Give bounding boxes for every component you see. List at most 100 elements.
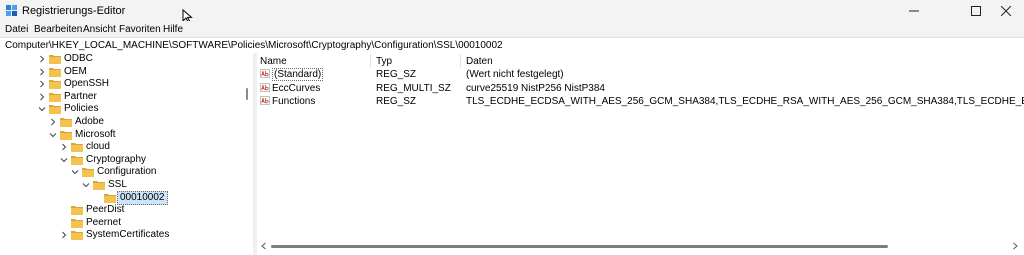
address-bar[interactable]: Computer\HKEY_LOCAL_MACHINE\SOFTWARE\Pol…: [0, 37, 1024, 54]
column-divider[interactable]: [370, 54, 371, 68]
folder-icon: [60, 118, 72, 127]
value-type: REG_MULTI_SZ: [376, 82, 451, 94]
string-value-icon: [260, 96, 270, 105]
tree-item-microsoft[interactable]: Microsoft: [0, 129, 245, 141]
close-icon: [1001, 6, 1011, 16]
minimize-button[interactable]: [896, 1, 932, 21]
scroll-left-icon[interactable]: [260, 242, 268, 250]
folder-icon: [71, 206, 83, 216]
tree-item-00010002[interactable]: 00010002: [0, 190, 245, 205]
chevron-right-icon[interactable]: [38, 80, 46, 88]
tree-item-label: cloud: [86, 141, 110, 153]
chevron-right-icon[interactable]: [38, 68, 46, 76]
value-data: curve25519 NistP256 NistP384: [466, 82, 605, 94]
chevron-right-icon[interactable]: [60, 143, 68, 151]
folder-icon: [49, 55, 61, 64]
tree-item-label: Cryptography: [86, 153, 147, 165]
menu-bearbeiten[interactable]: Bearbeiten: [34, 24, 82, 35]
close-button[interactable]: [988, 1, 1024, 21]
folder-icon: [104, 193, 116, 203]
tree-item-cryptography[interactable]: Cryptography: [0, 154, 245, 166]
tree-item-label: Microsoft: [75, 128, 116, 140]
tree-item-oem[interactable]: OEM: [0, 66, 245, 78]
tree-item-label: OpenSSH: [64, 78, 110, 90]
folder-icon: [71, 155, 83, 165]
value-list[interactable]: Name Typ Daten (Standard) REG_SZ (Wert nic…: [257, 53, 1024, 255]
chevron-right-icon[interactable]: [38, 93, 46, 101]
chevron-down-icon[interactable]: [38, 105, 46, 113]
tree-item-peernet[interactable]: Peernet: [0, 217, 245, 229]
window-title: Registrierungs-Editor: [22, 5, 126, 17]
value-data: TLS_ECDHE_ECDSA_WITH_AES_256_GCM_SHA384,…: [466, 96, 1024, 107]
horizontal-scrollbar-thumb[interactable]: [271, 245, 888, 248]
chevron-down-icon[interactable]: [49, 131, 57, 139]
tree-item-label: 00010002: [117, 190, 168, 205]
folder-icon: [49, 67, 61, 77]
folder-icon: [60, 130, 72, 140]
folder-icon: [49, 105, 61, 115]
chevron-right-icon[interactable]: [60, 231, 68, 239]
folder-icon: [71, 143, 83, 153]
folder-icon: [71, 218, 83, 228]
column-header-type[interactable]: Typ: [376, 56, 392, 67]
tree-item-systemcertificates[interactable]: SystemCertificates: [0, 229, 245, 241]
maximize-icon: [971, 6, 981, 16]
tree-item-label: Peernet: [86, 216, 122, 228]
tree-scrollbar-thumb[interactable]: [246, 88, 248, 100]
tree-item-openssh[interactable]: OpenSSH: [0, 78, 245, 90]
tree-item-cloud[interactable]: cloud: [0, 141, 245, 153]
tree-item-configuration[interactable]: Configuration: [0, 166, 245, 178]
folder-icon: [71, 231, 83, 241]
value-row[interactable]: Functions REG_SZ TLS_ECDHE_ECDSA_WITH_AES_…: [257, 95, 1024, 108]
value-row[interactable]: EccCurves REG_MULTI_SZ curve25519 NistP256…: [257, 82, 1024, 95]
key-tree[interactable]: ODBC OEM OpenSSH Partner Policies Adobe Micros…: [0, 53, 254, 255]
value-row[interactable]: (Standard) REG_SZ (Wert nicht festgelegt): [257, 68, 1024, 81]
title-bar: Registrierungs-Editor: [0, 0, 1024, 23]
address-path[interactable]: Computer\HKEY_LOCAL_MACHINE\SOFTWARE\Pol…: [5, 40, 503, 51]
tree-item-label: Adobe: [75, 116, 104, 127]
menu-hilfe[interactable]: Hilfe: [163, 24, 183, 35]
folder-icon: [49, 80, 61, 90]
menu-datei[interactable]: Datei: [5, 24, 28, 35]
value-name: Functions: [272, 96, 316, 107]
menu-ansicht[interactable]: Ansicht: [83, 24, 116, 35]
tree-scrollbar[interactable]: [245, 53, 248, 245]
folder-icon: [82, 168, 94, 178]
scroll-right-icon[interactable]: [1011, 242, 1019, 250]
tree-item-policies[interactable]: Policies: [0, 103, 245, 115]
registry-editor-icon: [5, 4, 18, 17]
tree-item-label: SystemCertificates: [86, 229, 170, 241]
value-name: EccCurves: [272, 82, 321, 94]
tree-item-label: ODBC: [64, 53, 93, 64]
value-type: REG_SZ: [376, 96, 417, 107]
menu-bar: Datei Bearbeiten Ansicht Favoriten Hilfe: [0, 21, 1024, 37]
chevron-right-icon[interactable]: [38, 55, 46, 63]
value-data: (Wert nicht festgelegt): [466, 69, 564, 80]
value-type: REG_SZ: [376, 69, 417, 80]
chevron-right-icon[interactable]: [49, 118, 57, 126]
tree-item-peerdist[interactable]: PeerDist: [0, 204, 245, 216]
chevron-down-icon[interactable]: [82, 181, 90, 189]
tree-item-partner[interactable]: Partner: [0, 91, 245, 103]
string-value-icon: [260, 82, 270, 92]
column-divider[interactable]: [460, 54, 461, 68]
chevron-down-icon[interactable]: [71, 168, 79, 176]
tree-item-adobe[interactable]: Adobe: [0, 116, 245, 128]
tree-item-label: Partner: [64, 90, 97, 102]
column-header-name[interactable]: Name: [260, 56, 287, 67]
tree-item-odbc[interactable]: ODBC: [0, 53, 245, 65]
folder-icon: [93, 181, 105, 190]
folder-icon: [49, 92, 61, 102]
value-name: (Standard): [272, 68, 324, 81]
tree-item-ssl[interactable]: SSL: [0, 179, 245, 191]
tree-item-label: Policies: [64, 103, 99, 115]
chevron-down-icon[interactable]: [60, 156, 68, 164]
tree-item-label: Configuration: [97, 166, 157, 178]
column-header-data[interactable]: Daten: [466, 56, 493, 67]
tree-item-label: OEM: [64, 65, 87, 77]
minimize-icon: [909, 10, 919, 12]
string-value-icon: [260, 69, 270, 78]
menu-favoriten[interactable]: Favoriten: [119, 24, 161, 35]
tree-item-label: SSL: [108, 179, 127, 190]
tree-item-label: PeerDist: [86, 204, 125, 216]
